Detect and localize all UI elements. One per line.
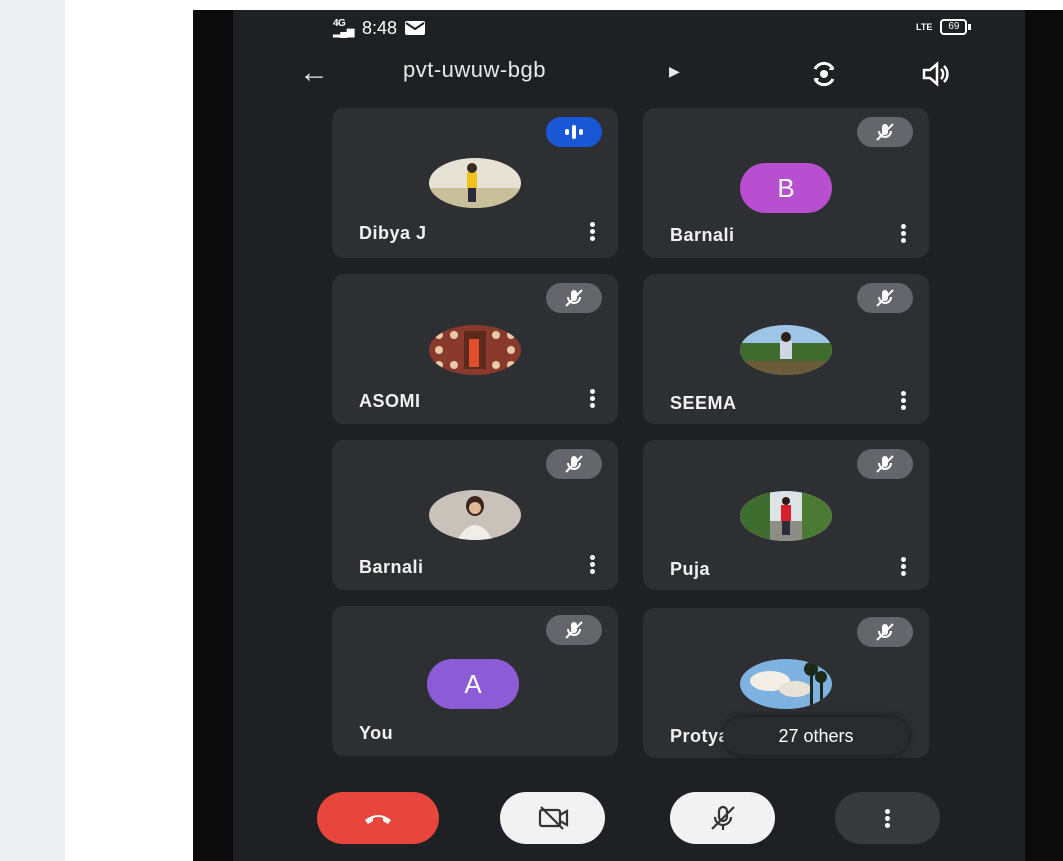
status-right: LTE 69 [916,19,972,35]
participant-name: Dibya J [359,223,427,243]
mic-toggle-button[interactable] [670,792,775,844]
participant-name: Barnali [359,557,424,577]
participant-tile[interactable]: Barnali [332,440,618,590]
mic-off-icon [546,283,602,313]
avatar-photo [740,325,832,375]
battery-indicator: 69 [940,19,968,35]
arrow-left-icon[interactable]: ← [299,55,329,91]
mic-off-icon [546,615,602,645]
avatar-photo [740,491,832,541]
participant-tile[interactable]: B Barnali [643,108,929,258]
participant-name: Barnali [670,225,735,245]
speaking-indicator-icon [546,117,602,147]
participant-tile[interactable]: Puja [643,440,929,590]
avatar-letter: B [740,163,832,213]
mic-off-icon [857,283,913,313]
more-vert-icon[interactable] [901,555,909,578]
camera-off-icon [538,806,568,830]
avatar-photo [429,325,521,375]
page-side-strip [0,0,65,861]
camera-toggle-button[interactable] [500,792,605,844]
mail-icon [405,21,426,35]
status-bar: 4G ▂▄▆ 8:48 [333,14,426,42]
others-participants-button[interactable]: 27 others [723,717,909,755]
avatar-letter: A [427,659,519,709]
more-vert-icon[interactable] [590,553,598,576]
more-vert-icon[interactable] [590,220,598,243]
mic-off-icon [710,805,735,830]
participant-tile[interactable]: ASOMI [332,274,618,424]
more-vert-icon [884,807,891,830]
caret-right-icon[interactable]: ▶ [669,63,680,80]
page-margin [65,0,193,861]
meeting-header: ← pvt-uwuw-bgb ▶ [233,55,1025,95]
more-vert-icon[interactable] [901,389,909,412]
participant-tile[interactable]: Dibya J [332,108,618,258]
network-indicator: 4G ▂▄▆ [333,18,354,38]
mic-off-icon [857,617,913,647]
participant-name: You [359,723,394,743]
end-call-button[interactable] [317,792,439,844]
speaker-icon[interactable] [919,57,953,91]
avatar-photo [740,659,832,709]
lte-indicator: LTE [916,22,933,32]
mic-off-icon [857,117,913,147]
participant-name: ASOMI [359,391,421,411]
avatar-photo [429,158,521,208]
phone-frame: 4G ▂▄▆ 8:48 LTE 69 ← pvt-uwuw-bgb ▶ Diby… [193,10,1063,861]
meeting-code[interactable]: pvt-uwuw-bgb [403,57,546,83]
participant-name: SEEMA [670,393,737,413]
participant-tile[interactable]: SEEMA [643,274,929,424]
more-options-button[interactable] [835,792,940,844]
avatar-photo [429,490,521,540]
participant-name: Puja [670,559,711,579]
mic-off-icon [546,449,602,479]
participant-name: Protya [670,726,730,746]
battery-tip [968,24,972,30]
more-vert-icon[interactable] [901,222,909,245]
more-vert-icon[interactable] [590,387,598,410]
hang-up-icon [365,815,391,824]
meet-screen: 4G ▂▄▆ 8:48 LTE 69 ← pvt-uwuw-bgb ▶ Diby… [233,10,1025,861]
switch-camera-icon[interactable] [807,57,841,91]
participant-tile[interactable]: A You [332,606,618,756]
status-time: 8:48 [361,17,398,38]
mic-off-icon [857,449,913,479]
